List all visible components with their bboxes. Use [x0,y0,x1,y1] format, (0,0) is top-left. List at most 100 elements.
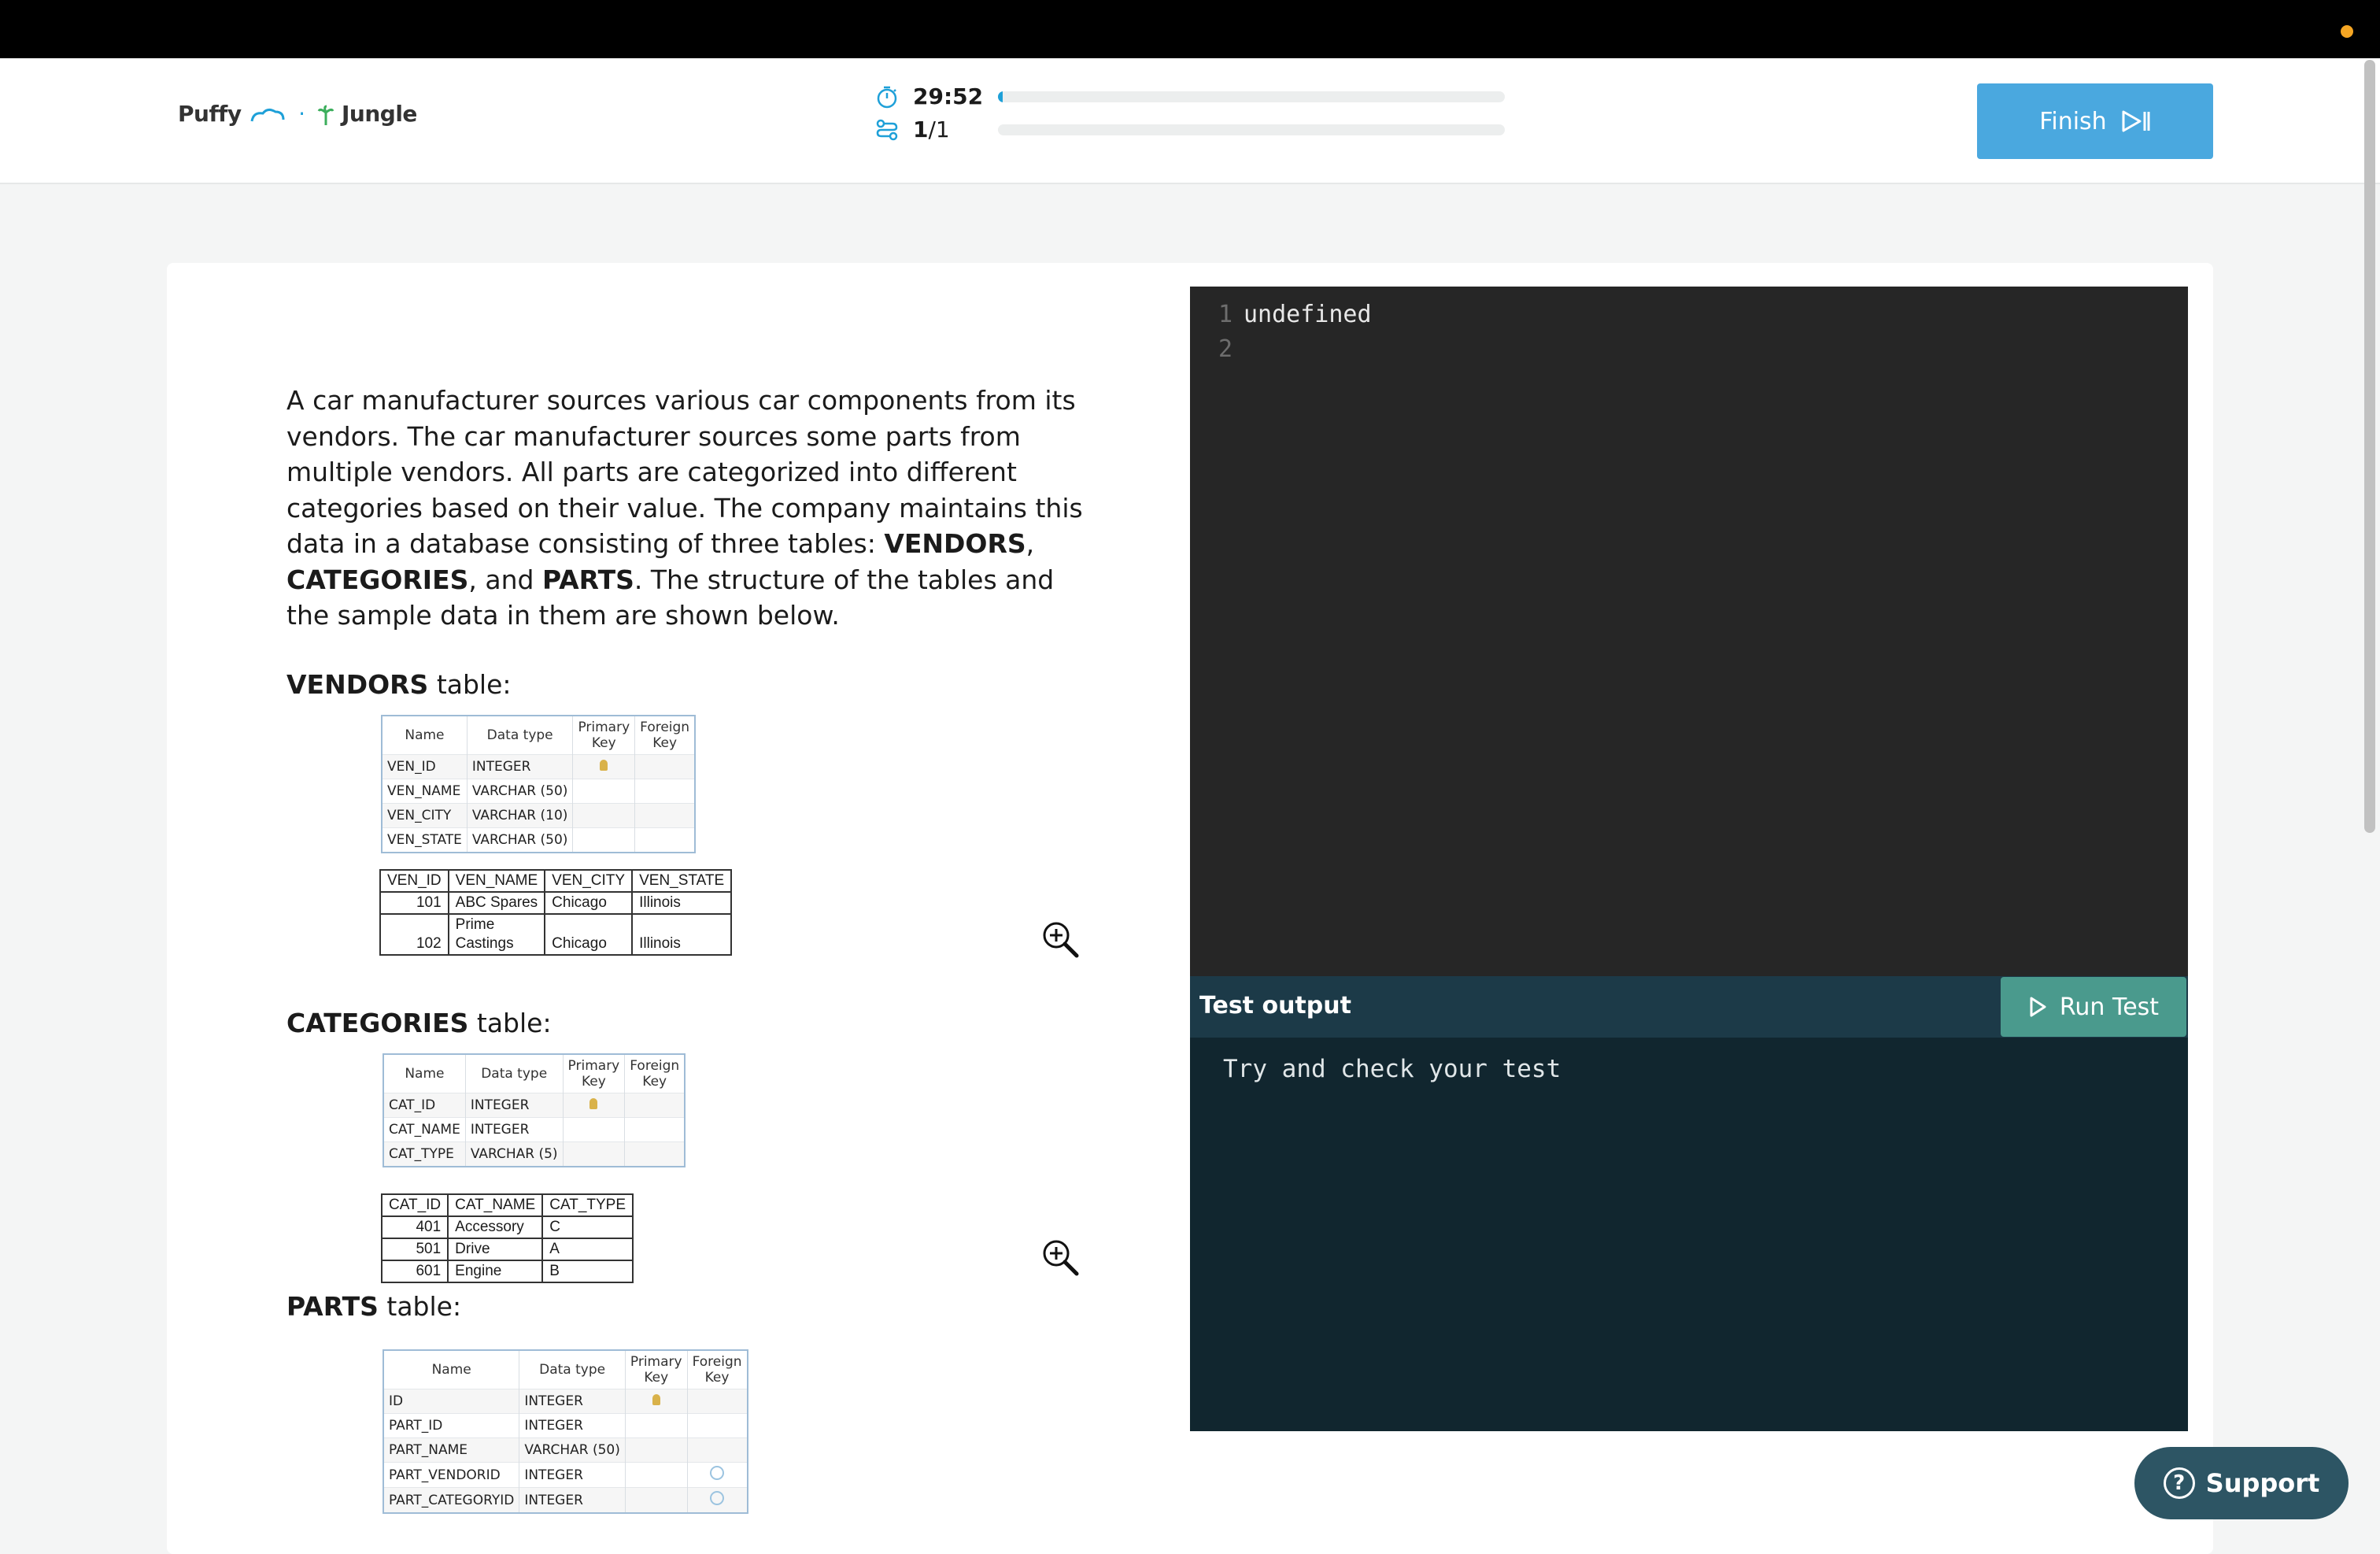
table-row: VEN_CITY VARCHAR (10) [382,803,696,828]
test-output-title: Test output [1199,992,1351,1019]
sample-header: CAT_ID [380,1193,449,1217]
question-comma-2: , and [468,564,542,595]
sample-cell: 501 [380,1238,449,1261]
schema-cell-name: VEN_CITY [382,803,468,828]
skip-end-icon [2122,110,2150,132]
route-icon [876,119,898,141]
table-row: 601 Engine B [380,1260,634,1283]
schema-cell-fk [634,827,696,853]
schema-cell-name: VEN_ID [382,754,468,779]
schema-header-type: Data type [465,1054,564,1093]
sample-header: VEN_ID [379,869,449,893]
schema-cell-pk [563,1093,626,1118]
zoom-in-icon[interactable] [1040,919,1081,960]
timer-progress-bar [998,91,1505,102]
schema-header-name: Name [382,716,468,755]
test-output-header: Test output Run Test [1190,976,2188,1038]
schema-header-type: Data type [467,716,574,755]
schema-cell-pk [625,1413,688,1438]
schema-cell-name: VEN_NAME [382,779,468,804]
schema-cell-fk [687,1413,748,1438]
table-row: ID INTEGER [383,1389,748,1414]
categories-title-bold: CATEGORIES [286,1008,469,1038]
logo-left-text: Puffy [178,101,242,127]
line-code: undefined [1244,301,1372,328]
finish-button[interactable]: Finish [1977,83,2213,159]
play-icon [2030,997,2046,1017]
schema-cell-pk [625,1462,688,1488]
sample-header-row: CAT_ID CAT_NAME CAT_TYPE [380,1193,634,1217]
schema-cell-pk [572,754,636,779]
support-label: Support [2205,1468,2320,1498]
schema-cell-name: PART_CATEGORYID [383,1487,520,1513]
sample-cell: Drive [447,1238,544,1261]
schema-header-row: Name Data type Primary Key Foreign Key [383,1350,748,1389]
schema-cell-fk [687,1389,748,1414]
schema-cell-fk [624,1093,686,1118]
sample-cell: C [541,1215,634,1239]
schema-cell-fk [687,1462,748,1488]
sample-cell: Chicago [544,913,634,956]
sample-cell: 102 [379,913,449,956]
sample-header: CAT_TYPE [541,1193,634,1217]
schema-header-fk: Foreign Key [624,1054,686,1093]
cloud-icon [250,108,285,122]
sample-cell: 101 [379,891,449,915]
sample-cell: Accessory [447,1215,544,1239]
foreign-key-icon [710,1491,725,1505]
test-output-panel: Try and check your test [1190,1038,2188,1431]
vendors-schema-table: Name Data type Primary Key Foreign Key V… [381,715,697,853]
schema-cell-type: INTEGER [465,1093,564,1118]
sample-cell: Illinois [631,891,733,915]
schema-cell-type: INTEGER [519,1413,626,1438]
schema-header-row: Name Data type Primary Key Foreign Key [382,716,696,755]
question-comma-1: , [1026,528,1035,559]
schema-cell-pk [572,803,636,828]
help-icon: ? [2163,1467,2195,1499]
sample-header-row: VEN_ID VEN_NAME VEN_CITY VEN_STATE [379,869,733,893]
schema-header-type: Data type [519,1350,626,1389]
page-scrollbar[interactable] [2364,60,2375,833]
schema-cell-type: VARCHAR (5) [465,1141,564,1167]
timer-text: 29:52 [913,83,984,109]
schema-cell-fk [634,779,696,804]
schema-cell-pk [625,1389,688,1414]
schema-cell-fk [634,754,696,779]
categories-table-title: CATEGORIES table: [286,1008,552,1038]
schema-cell-pk [572,827,636,853]
schema-cell-fk [634,803,696,828]
schema-cell-type: VARCHAR (50) [519,1437,626,1463]
palm-icon [317,105,334,125]
sample-cell: Prime Castings [447,913,546,956]
sample-cell: A [541,1238,634,1261]
schema-cell-name: CAT_ID [383,1093,466,1118]
table-row: PART_NAME VARCHAR (50) [383,1437,748,1463]
table-row: VEN_ID INTEGER [382,754,696,779]
schema-cell-type: INTEGER [519,1487,626,1513]
schema-cell-type: VARCHAR (50) [467,827,574,853]
schema-cell-type: INTEGER [467,754,574,779]
sample-cell: Chicago [544,891,634,915]
table-row: PART_VENDORID INTEGER [383,1462,748,1488]
zoom-in-icon[interactable] [1040,1238,1081,1278]
categories-keyword: CATEGORIES [286,564,469,595]
question-total: /1 [928,117,950,142]
code-editor[interactable]: 1 undefined 2 [1190,287,2188,976]
schema-cell-pk [563,1141,626,1167]
header: Puffy · Jungle 29:52 1/1 Finish [0,58,2380,184]
sample-cell: 601 [380,1260,449,1283]
categories-schema-table: Name Data type Primary Key Foreign Key C… [382,1053,686,1167]
schema-cell-pk [563,1117,626,1142]
schema-header-pk: Primary Key [625,1350,688,1389]
schema-cell-name: ID [383,1389,520,1414]
vendors-keyword: VENDORS [884,528,1026,559]
schema-cell-name: PART_VENDORID [383,1462,520,1488]
parts-table-title: PARTS table: [286,1291,461,1322]
logo: Puffy · Jungle [178,101,417,127]
run-test-button[interactable]: Run Test [2001,977,2186,1037]
top-bar [0,0,2380,58]
support-button[interactable]: ? Support [2134,1447,2349,1519]
parts-title-bold: PARTS [286,1291,379,1322]
schema-cell-type: VARCHAR (10) [467,803,574,828]
sample-cell: 401 [380,1215,449,1239]
